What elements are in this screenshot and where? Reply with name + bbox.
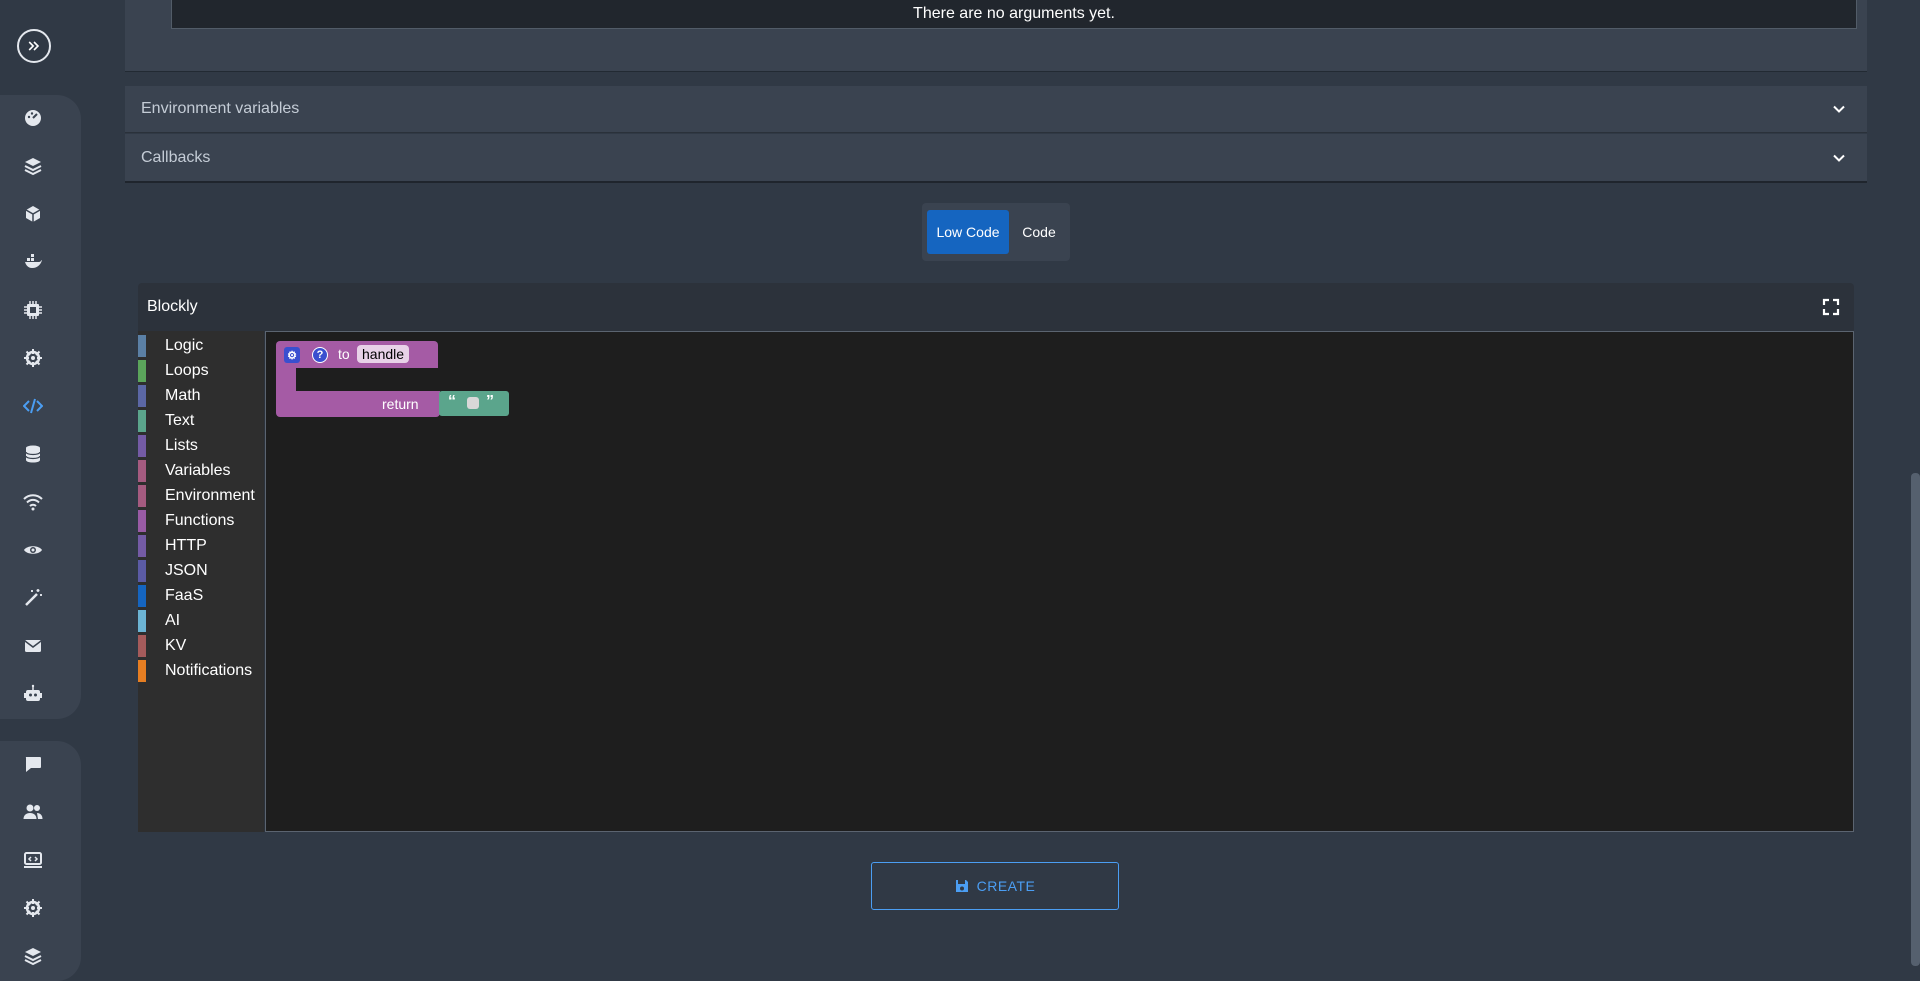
chat-icon[interactable] [20, 751, 46, 777]
save-icon [955, 880, 968, 892]
toolbox-category-logic[interactable]: Logic [138, 335, 203, 357]
magic-wand-icon[interactable] [20, 585, 46, 611]
toolbox-category-notifications[interactable]: Notifications [138, 660, 252, 682]
open-quote: “ [448, 393, 456, 410]
accordion-title: Environment variables [141, 100, 300, 117]
create-button-label: CREATE [976, 878, 1036, 894]
gear-icon[interactable]: ⚙ [284, 347, 300, 363]
category-label: KV [165, 637, 187, 654]
arguments-panel: There are no arguments yet. [125, 0, 1867, 72]
cube-icon[interactable] [20, 201, 46, 227]
category-label: Notifications [165, 662, 253, 679]
category-label: AI [165, 612, 181, 629]
text-literal-field[interactable] [467, 397, 479, 409]
eye-icon[interactable] [20, 537, 46, 563]
editor-mode-toggle: Low Code Code [922, 203, 1070, 261]
fullscreen-icon[interactable] [1822, 298, 1840, 316]
main-content: There are no arguments yet. Environment … [82, 0, 1900, 966]
category-color-bar [138, 410, 146, 432]
category-label: Environment [165, 487, 255, 504]
category-label: Text [165, 412, 195, 429]
toolbox-category-environment[interactable]: Environment [138, 485, 255, 507]
blockly-header: Blockly [138, 283, 1854, 331]
helm-icon[interactable] [20, 895, 46, 921]
chip-icon[interactable] [20, 297, 46, 323]
chevron-down-icon [1833, 105, 1845, 113]
category-label: JSON [165, 562, 208, 579]
toolbox-category-text[interactable]: Text [138, 410, 194, 432]
toolbox-category-variables[interactable]: Variables [138, 460, 231, 482]
create-button[interactable]: CREATE [871, 862, 1119, 910]
wifi-icon[interactable] [20, 489, 46, 515]
function-name-field[interactable]: handle [357, 345, 410, 363]
monitor-code-icon[interactable] [20, 847, 46, 873]
category-color-bar [138, 385, 146, 407]
category-color-bar [138, 610, 146, 632]
database-icon[interactable] [20, 441, 46, 467]
category-color-bar [138, 535, 146, 557]
question-icon[interactable]: ? [312, 347, 328, 363]
category-color-bar [138, 435, 146, 457]
scrollbar-thumb[interactable] [1911, 473, 1920, 966]
category-color-bar [138, 335, 146, 357]
accordion-title: Callbacks [141, 148, 211, 166]
toolbox-category-kv[interactable]: KV [138, 635, 186, 657]
category-color-bar [138, 635, 146, 657]
toolbox-category-loops[interactable]: Loops [138, 360, 209, 382]
users-icon[interactable] [20, 799, 46, 825]
toolbox-category-math[interactable]: Math [138, 385, 201, 407]
blockly-workspace[interactable]: ⚙ ? to handle return “ ” [265, 331, 1854, 832]
robot-icon[interactable] [20, 681, 46, 707]
function-return-label: return [382, 396, 419, 412]
category-color-bar [138, 510, 146, 532]
dashboard-icon[interactable] [20, 105, 46, 131]
code-button[interactable]: Code [1012, 210, 1066, 254]
layers-icon[interactable] [20, 943, 46, 969]
chevrons-right-icon[interactable] [17, 29, 51, 63]
category-color-bar [138, 485, 146, 507]
category-label: HTTP [165, 537, 207, 554]
category-color-bar [138, 360, 146, 382]
nav-group-admin [0, 741, 81, 981]
blockly-title: Blockly [147, 298, 198, 315]
toolbox-category-faas[interactable]: FaaS [138, 585, 203, 607]
helm-icon[interactable] [20, 345, 46, 371]
category-label: Variables [165, 462, 231, 479]
docker-icon[interactable] [20, 249, 46, 275]
close-quote: ” [486, 393, 494, 410]
category-color-bar [138, 460, 146, 482]
toolbox-category-json[interactable]: JSON [138, 560, 208, 582]
category-color-bar [138, 660, 146, 682]
low-code-button[interactable]: Low Code [927, 210, 1009, 254]
function-block-body [276, 368, 296, 391]
toolbox-category-http[interactable]: HTTP [138, 535, 207, 557]
category-color-bar [138, 585, 146, 607]
category-label: FaaS [165, 587, 204, 604]
accordion-environment-variables[interactable]: Environment variables [125, 86, 1867, 133]
sidebar [0, 0, 82, 981]
accordion-callbacks[interactable]: Callbacks [125, 134, 1867, 183]
chevron-down-icon [1833, 154, 1845, 162]
category-color-bar [138, 560, 146, 582]
text-literal-block[interactable]: “ ” [439, 391, 509, 416]
category-label: Functions [165, 512, 235, 529]
toolbox-category-lists[interactable]: Lists [138, 435, 198, 457]
blockly-editor: Blockly Logic Loops Math Text Lists Vari… [138, 283, 1854, 832]
mail-icon[interactable] [20, 633, 46, 659]
code-icon[interactable] [20, 393, 46, 419]
category-label: Logic [165, 337, 204, 354]
category-label: Lists [165, 437, 198, 454]
category-label: Math [165, 387, 201, 404]
toolbox-category-ai[interactable]: AI [138, 610, 180, 632]
category-label: Loops [165, 362, 209, 379]
arguments-empty-text: There are no arguments yet. [913, 5, 1115, 22]
arguments-empty-state: There are no arguments yet. [171, 0, 1857, 29]
blockly-toolbox: Logic Loops Math Text Lists Variables En… [138, 331, 264, 832]
toolbox-category-functions[interactable]: Functions [138, 510, 234, 532]
layers-icon[interactable] [20, 153, 46, 179]
function-to-label: to [338, 346, 350, 362]
nav-group-main [0, 95, 81, 719]
